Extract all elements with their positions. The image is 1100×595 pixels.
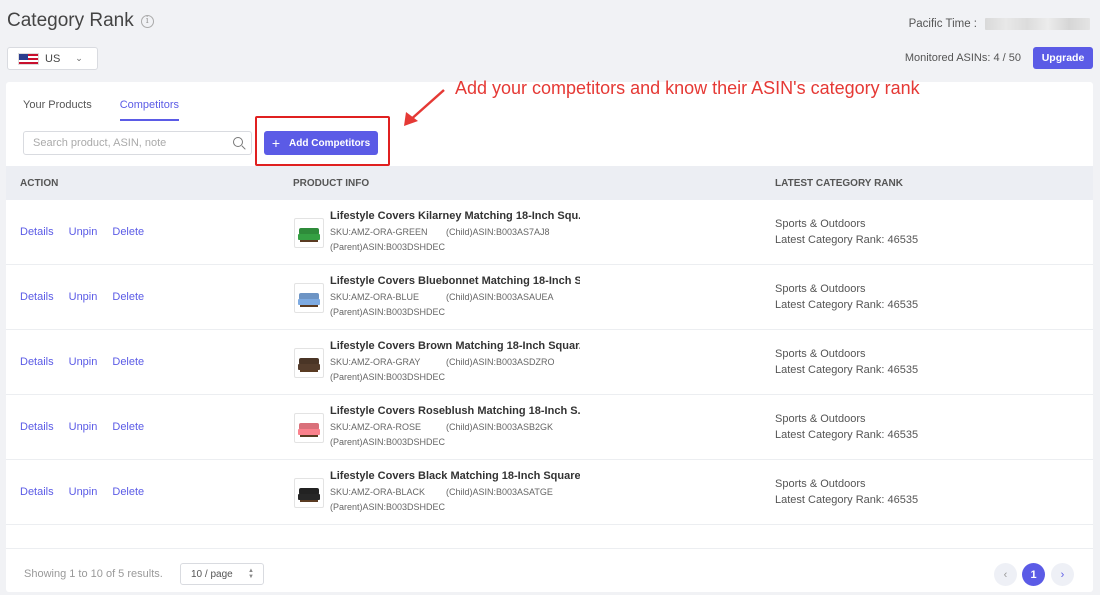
unpin-link[interactable]: Unpin [69,356,98,368]
page-size-select[interactable]: 10 / page ▲ ▼ [180,563,264,585]
product-sku: SKU:AMZ-ORA-BLUE [330,292,420,302]
child-asin: (Child)ASIN:B003ASAUEA [446,292,554,302]
tab-competitors[interactable]: Competitors [119,99,179,121]
table-row: Details Unpin Delete Lifestyle Covers Br… [6,330,1093,395]
annotation-highlight-box [255,116,390,166]
rank-category: Sports & Outdoors [775,218,866,230]
page-1-button[interactable]: 1 [1022,563,1045,586]
chevron-down-icon: ⌄ [75,53,83,63]
rank-category: Sports & Outdoors [775,413,866,425]
tab-your-products[interactable]: Your Products [23,99,92,121]
child-asin: (Child)ASIN:B003ASDZRO [446,357,555,367]
unpin-link[interactable]: Unpin [69,486,98,498]
parent-asin: (Parent)ASIN:B003DSHDEC [330,437,446,447]
product-sku: SKU:AMZ-ORA-GRAY [330,357,421,367]
table-row: Details Unpin Delete Lifestyle Covers Ki… [6,200,1093,265]
details-link[interactable]: Details [20,421,54,433]
product-thumbnail[interactable] [294,413,324,443]
product-title[interactable]: Lifestyle Covers Black Matching 18-Inch … [330,470,580,482]
results-summary: Showing 1 to 10 of 5 results. [24,568,163,580]
product-thumbnail[interactable] [294,478,324,508]
rank-category: Sports & Outdoors [775,478,866,490]
product-title[interactable]: Lifestyle Covers Bluebonnet Matching 18-… [330,275,580,287]
delete-link[interactable]: Delete [112,421,144,433]
child-asin: (Child)ASIN:B003ASATGE [446,487,553,497]
country-select[interactable]: US ⌄ [7,47,98,70]
rank-value: Latest Category Rank: 46535 [775,429,919,441]
parent-asin: (Parent)ASIN:B003DSHDEC [330,307,446,317]
row-actions: Details Unpin Delete [20,421,159,433]
details-link[interactable]: Details [20,226,54,238]
rank-value: Latest Category Rank: 46535 [775,364,919,376]
child-asin: (Child)ASIN:B003AS7AJ8 [446,227,550,237]
unpin-link[interactable]: Unpin [69,226,98,238]
redacted-time [985,18,1090,30]
product-thumbnail[interactable] [294,283,324,313]
product-thumbnail[interactable] [294,348,324,378]
monitored-asins: Monitored ASINs: 4 / 50 [904,52,1021,64]
details-link[interactable]: Details [20,486,54,498]
next-page-button[interactable]: › [1051,563,1074,586]
page-size-label: 10 / page [191,568,233,580]
col-product-info: PRODUCT INFO [293,178,370,189]
us-flag-icon [18,52,39,65]
rank-category: Sports & Outdoors [775,283,866,295]
unpin-link[interactable]: Unpin [69,421,98,433]
upgrade-button[interactable]: Upgrade [1033,47,1093,69]
table-row: Details Unpin Delete Lifestyle Covers Bl… [6,265,1093,330]
info-icon[interactable]: i [140,14,154,28]
annotation-arrow-icon [404,89,445,126]
product-thumbnail[interactable] [294,218,324,248]
details-link[interactable]: Details [20,291,54,303]
parent-asin: (Parent)ASIN:B003DSHDEC [330,242,446,252]
product-sku: SKU:AMZ-ORA-GREEN [330,227,428,237]
parent-asin: (Parent)ASIN:B003DSHDEC [330,372,446,382]
parent-asin: (Parent)ASIN:B003DSHDEC [330,502,446,512]
annotation-text: Add your competitors and know their ASIN… [455,78,920,98]
delete-link[interactable]: Delete [112,356,144,368]
prev-page-button[interactable]: ‹ [994,563,1017,586]
pacific-time: Pacific Time : [909,18,1090,30]
delete-link[interactable]: Delete [112,291,144,303]
footer-divider [6,548,1093,549]
table-row: Details Unpin Delete Lifestyle Covers Ro… [6,395,1093,460]
table-row: Details Unpin Delete Lifestyle Covers Bl… [6,460,1093,525]
pacific-time-label: Pacific Time : [908,18,977,30]
tab-bar: Your Products Competitors [23,99,207,121]
page-title-text: Category Rank [7,10,134,31]
unpin-link[interactable]: Unpin [69,291,98,303]
product-sku: SKU:AMZ-ORA-ROSE [330,422,422,432]
details-link[interactable]: Details [20,356,54,368]
col-action: ACTION [20,178,59,189]
rank-value: Latest Category Rank: 46535 [775,234,919,246]
col-latest-category-rank: LATEST CATEGORY RANK [775,178,903,189]
product-title[interactable]: Lifestyle Covers Kilarney Matching 18-In… [330,210,580,222]
updown-icon: ▲ ▼ [248,568,254,580]
country-label: US [45,52,61,65]
delete-link[interactable]: Delete [112,486,144,498]
rank-category: Sports & Outdoors [775,348,866,360]
row-actions: Details Unpin Delete [20,291,159,303]
product-title[interactable]: Lifestyle Covers Brown Matching 18-Inch … [330,340,580,352]
row-actions: Details Unpin Delete [20,356,159,368]
product-title[interactable]: Lifestyle Covers Roseblush Matching 18-I… [330,405,580,417]
search-box [23,131,252,155]
search-input[interactable] [33,137,223,149]
product-sku: SKU:AMZ-ORA-BLACK [330,487,426,497]
rank-value: Latest Category Rank: 46535 [775,494,919,506]
delete-link[interactable]: Delete [112,226,144,238]
table-header: ACTION PRODUCT INFO LATEST CATEGORY RANK [6,166,1093,200]
rank-value: Latest Category Rank: 46535 [775,299,919,311]
row-actions: Details Unpin Delete [20,226,159,238]
search-icon[interactable] [233,137,243,147]
child-asin: (Child)ASIN:B003ASB2GK [446,422,554,432]
row-actions: Details Unpin Delete [20,486,159,498]
page-title: Category Rank i [7,10,154,32]
